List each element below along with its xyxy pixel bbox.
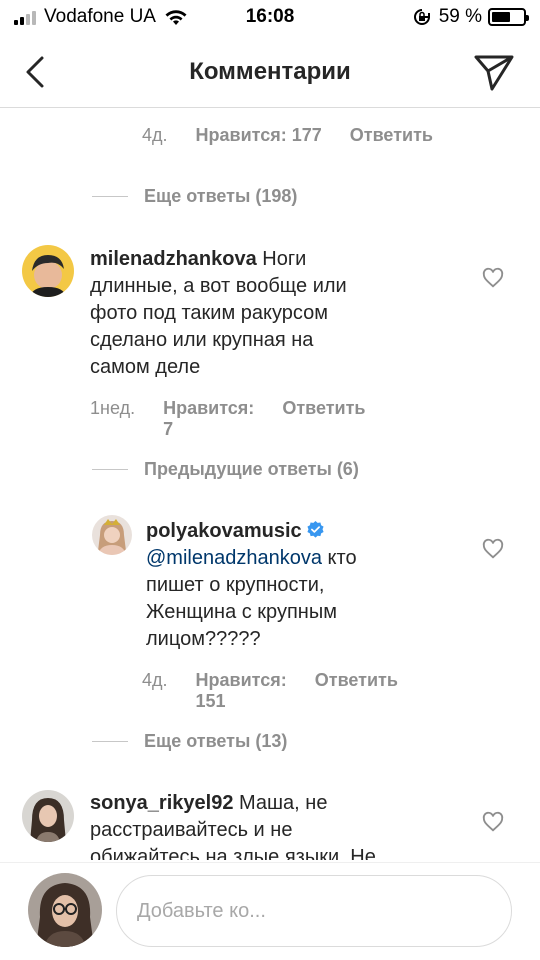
reply-username[interactable]: polyakovamusic (146, 520, 302, 542)
status-right: 59 % (413, 6, 529, 28)
battery-fill (492, 12, 510, 22)
more-replies-label: Еще ответы (198) (144, 186, 298, 206)
comment-meta: 1нед. Нравится: 7 Ответить (90, 398, 366, 440)
reply-text-line: пишет о крупности, (146, 574, 325, 596)
page-title: Комментарии (189, 58, 351, 85)
comment-time: 1нед. (90, 398, 136, 418)
comment-input[interactable] (116, 875, 512, 947)
comment-text-line: длинные, а вот вообще или (90, 275, 347, 297)
comment-time: 4д. (142, 125, 168, 145)
comment-likes[interactable]: Нравится: 177 (196, 125, 322, 146)
reply-time: 4д. (142, 670, 168, 690)
verified-badge-icon (307, 520, 324, 538)
current-user-avatar-image (28, 873, 102, 947)
nav-bar: Комментарии (0, 36, 540, 108)
reply-button[interactable]: Ответить (282, 398, 365, 440)
more-replies-button[interactable]: Еще ответы (198) (92, 186, 297, 207)
mention-link[interactable]: @milenadzhankova (146, 547, 322, 569)
direct-send-icon[interactable] (472, 52, 516, 92)
like-heart-icon[interactable] (482, 538, 504, 560)
battery-percent: 59 % (438, 6, 482, 27)
reply-button[interactable]: Ответить (315, 670, 398, 712)
reply-button[interactable]: Ответить (350, 125, 433, 146)
user-avatar-image (22, 245, 74, 297)
reply-likes[interactable]: Нравится: 151 (196, 670, 287, 712)
divider-line (92, 469, 128, 470)
reply-text-line: кто (327, 547, 357, 569)
comment-composer (0, 862, 540, 960)
like-heart-icon[interactable] (482, 267, 504, 289)
previous-replies-label: Предыдущие ответы (6) (144, 459, 359, 479)
avatar[interactable] (92, 515, 132, 555)
comment-likes[interactable]: Нравится: 7 (163, 398, 254, 440)
avatar[interactable] (22, 245, 74, 297)
avatar[interactable] (22, 790, 74, 842)
reply-text-line: лицом????? (146, 628, 261, 650)
reply-body: polyakovamusic @milenadzhankova кто пише… (146, 518, 466, 653)
comment-text-line: Маша, не (239, 792, 328, 814)
more-replies-label: Еще ответы (13) (144, 731, 288, 751)
orientation-lock-icon (413, 9, 430, 25)
comment-text-line: расстраивайтесь и не (90, 819, 293, 841)
comment-text-line: обижайтесь на злые языки. Не (90, 846, 376, 860)
reply-text-line: Женщина с крупным (146, 601, 337, 623)
status-bar: Vodafone UA 16:08 59 % (0, 0, 540, 36)
divider-line (92, 741, 128, 742)
divider-line (92, 196, 128, 197)
comment-body: milenadzhankova Ноги длинные, а вот вооб… (90, 246, 450, 381)
comment-meta-top: 4д. Нравится: 177 Ответить (142, 125, 433, 146)
battery-icon (488, 8, 529, 26)
more-replies-button[interactable]: Еще ответы (13) (92, 731, 287, 752)
previous-replies-button[interactable]: Предыдущие ответы (6) (92, 459, 359, 480)
comment-text-line: сделано или крупная на (90, 329, 314, 351)
comment-body: sonya_rikyel92 Маша, не расстраивайтесь … (90, 790, 460, 860)
comment-username[interactable]: milenadzhankova (90, 248, 257, 270)
current-user-avatar (28, 873, 102, 947)
reply-meta: 4д. Нравится: 151 Ответить (142, 670, 398, 712)
user-avatar-image (22, 790, 74, 842)
like-heart-icon[interactable] (482, 811, 504, 833)
comment-username[interactable]: sonya_rikyel92 (90, 792, 233, 814)
comment-text-line: самом деле (90, 356, 201, 378)
user-avatar-image (92, 515, 132, 555)
comment-text-line: Ноги (262, 248, 307, 270)
comment-text-line: фото под таким ракурсом (90, 302, 328, 324)
